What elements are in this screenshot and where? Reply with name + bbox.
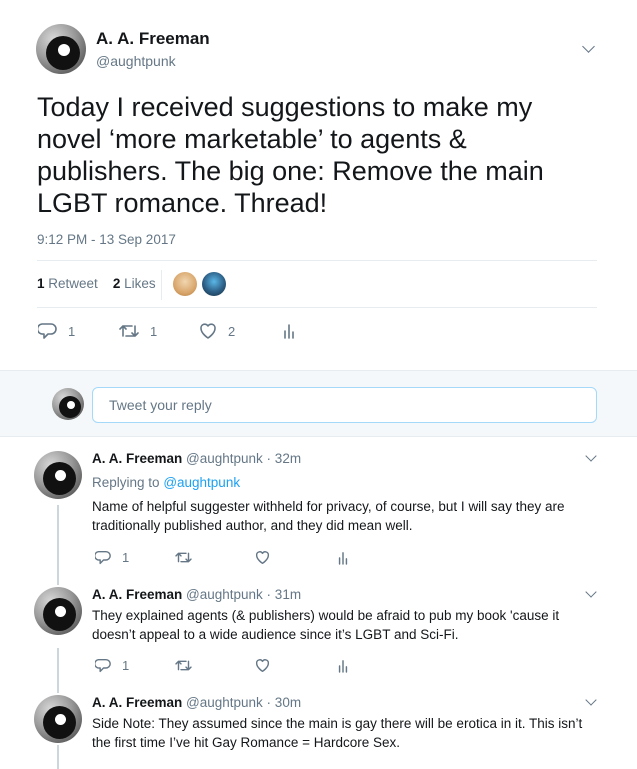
reply-composer — [0, 370, 637, 437]
tweet-text: They explained agents (& publishers) wou… — [92, 608, 560, 642]
thread-tweet[interactable]: A. A. Freeman @aughtpunk · 32m Replying … — [0, 438, 637, 581]
analytics-button[interactable] — [337, 550, 349, 566]
tweet-stats: 1 Retweet 2 Likes — [37, 276, 156, 291]
retweet-button[interactable] — [174, 550, 193, 565]
divider — [37, 307, 597, 308]
liker-avatar[interactable] — [202, 272, 226, 296]
analytics-icon — [284, 324, 294, 339]
retweets-stat[interactable]: 1 Retweet — [37, 276, 98, 291]
reply-icon — [95, 658, 111, 673]
tweet-header: A. A. Freeman @aughtpunk · 32m — [92, 451, 301, 466]
likes-stat[interactable]: 2 Likes — [113, 276, 156, 291]
liker-avatar[interactable] — [173, 272, 197, 296]
author-name[interactable]: A. A. Freeman — [92, 451, 182, 466]
divider — [37, 260, 597, 261]
reply-icon — [95, 550, 111, 565]
thread-tweet[interactable]: A. A. Freeman @aughtpunk · 31m They expl… — [0, 574, 637, 686]
thread-tweet[interactable]: A. A. Freeman @aughtpunk · 30m Side Note… — [0, 682, 637, 769]
author-handle[interactable]: @aughtpunk — [96, 53, 176, 69]
retweet-icon — [175, 660, 192, 671]
author-name[interactable]: A. A. Freeman — [96, 29, 210, 49]
main-tweet: A. A. Freeman @aughtpunk Today I receive… — [0, 0, 637, 370]
author-name[interactable]: A. A. Freeman — [92, 695, 182, 710]
author-handle[interactable]: @aughtpunk · 32m — [186, 451, 301, 466]
chevron-down-icon[interactable] — [585, 694, 597, 706]
chevron-down-icon[interactable] — [585, 450, 597, 462]
divider — [161, 270, 162, 300]
analytics-icon — [338, 552, 348, 565]
like-button[interactable] — [254, 658, 271, 673]
tweet-text: Name of helpful suggester withheld for p… — [92, 499, 565, 533]
avatar[interactable] — [36, 24, 86, 74]
heart-icon — [255, 659, 270, 673]
tweet-text: Today I received suggestions to make my … — [37, 92, 544, 218]
mention-link[interactable]: @aughtpunk — [163, 475, 240, 490]
author-name[interactable]: A. A. Freeman — [92, 587, 182, 602]
retweet-icon — [119, 325, 139, 337]
heart-icon — [200, 323, 216, 339]
chevron-down-icon[interactable] — [582, 40, 595, 53]
author-handle[interactable]: @aughtpunk · 30m — [186, 695, 301, 710]
analytics-icon — [338, 660, 348, 673]
chevron-down-icon[interactable] — [585, 586, 597, 598]
avatar — [52, 388, 84, 420]
like-button[interactable] — [254, 550, 271, 565]
tweet-header: A. A. Freeman @aughtpunk · 30m — [92, 695, 301, 710]
avatar[interactable] — [34, 587, 82, 635]
tweet-text: Side Note: They assumed since the main i… — [92, 716, 583, 750]
reply-input[interactable] — [92, 387, 597, 423]
like-button[interactable]: 2 — [198, 322, 235, 340]
analytics-button[interactable] — [282, 322, 296, 340]
retweet-button[interactable] — [174, 658, 193, 673]
retweet-icon — [175, 552, 192, 563]
reply-button[interactable]: 1 — [95, 550, 129, 565]
reply-button[interactable]: 1 — [38, 322, 75, 340]
tweet-timestamp[interactable]: 9:12 PM - 13 Sep 2017 — [37, 232, 176, 247]
replying-to: Replying to @aughtpunk — [92, 475, 241, 490]
heart-icon — [255, 551, 270, 565]
avatar[interactable] — [34, 695, 82, 743]
reply-icon — [38, 323, 57, 339]
reply-button[interactable]: 1 — [95, 658, 129, 673]
tweet-header: A. A. Freeman @aughtpunk · 31m — [92, 587, 301, 602]
analytics-button[interactable] — [337, 658, 349, 674]
avatar[interactable] — [34, 451, 82, 499]
retweet-button[interactable]: 1 — [118, 322, 157, 340]
author-handle[interactable]: @aughtpunk · 31m — [186, 587, 301, 602]
